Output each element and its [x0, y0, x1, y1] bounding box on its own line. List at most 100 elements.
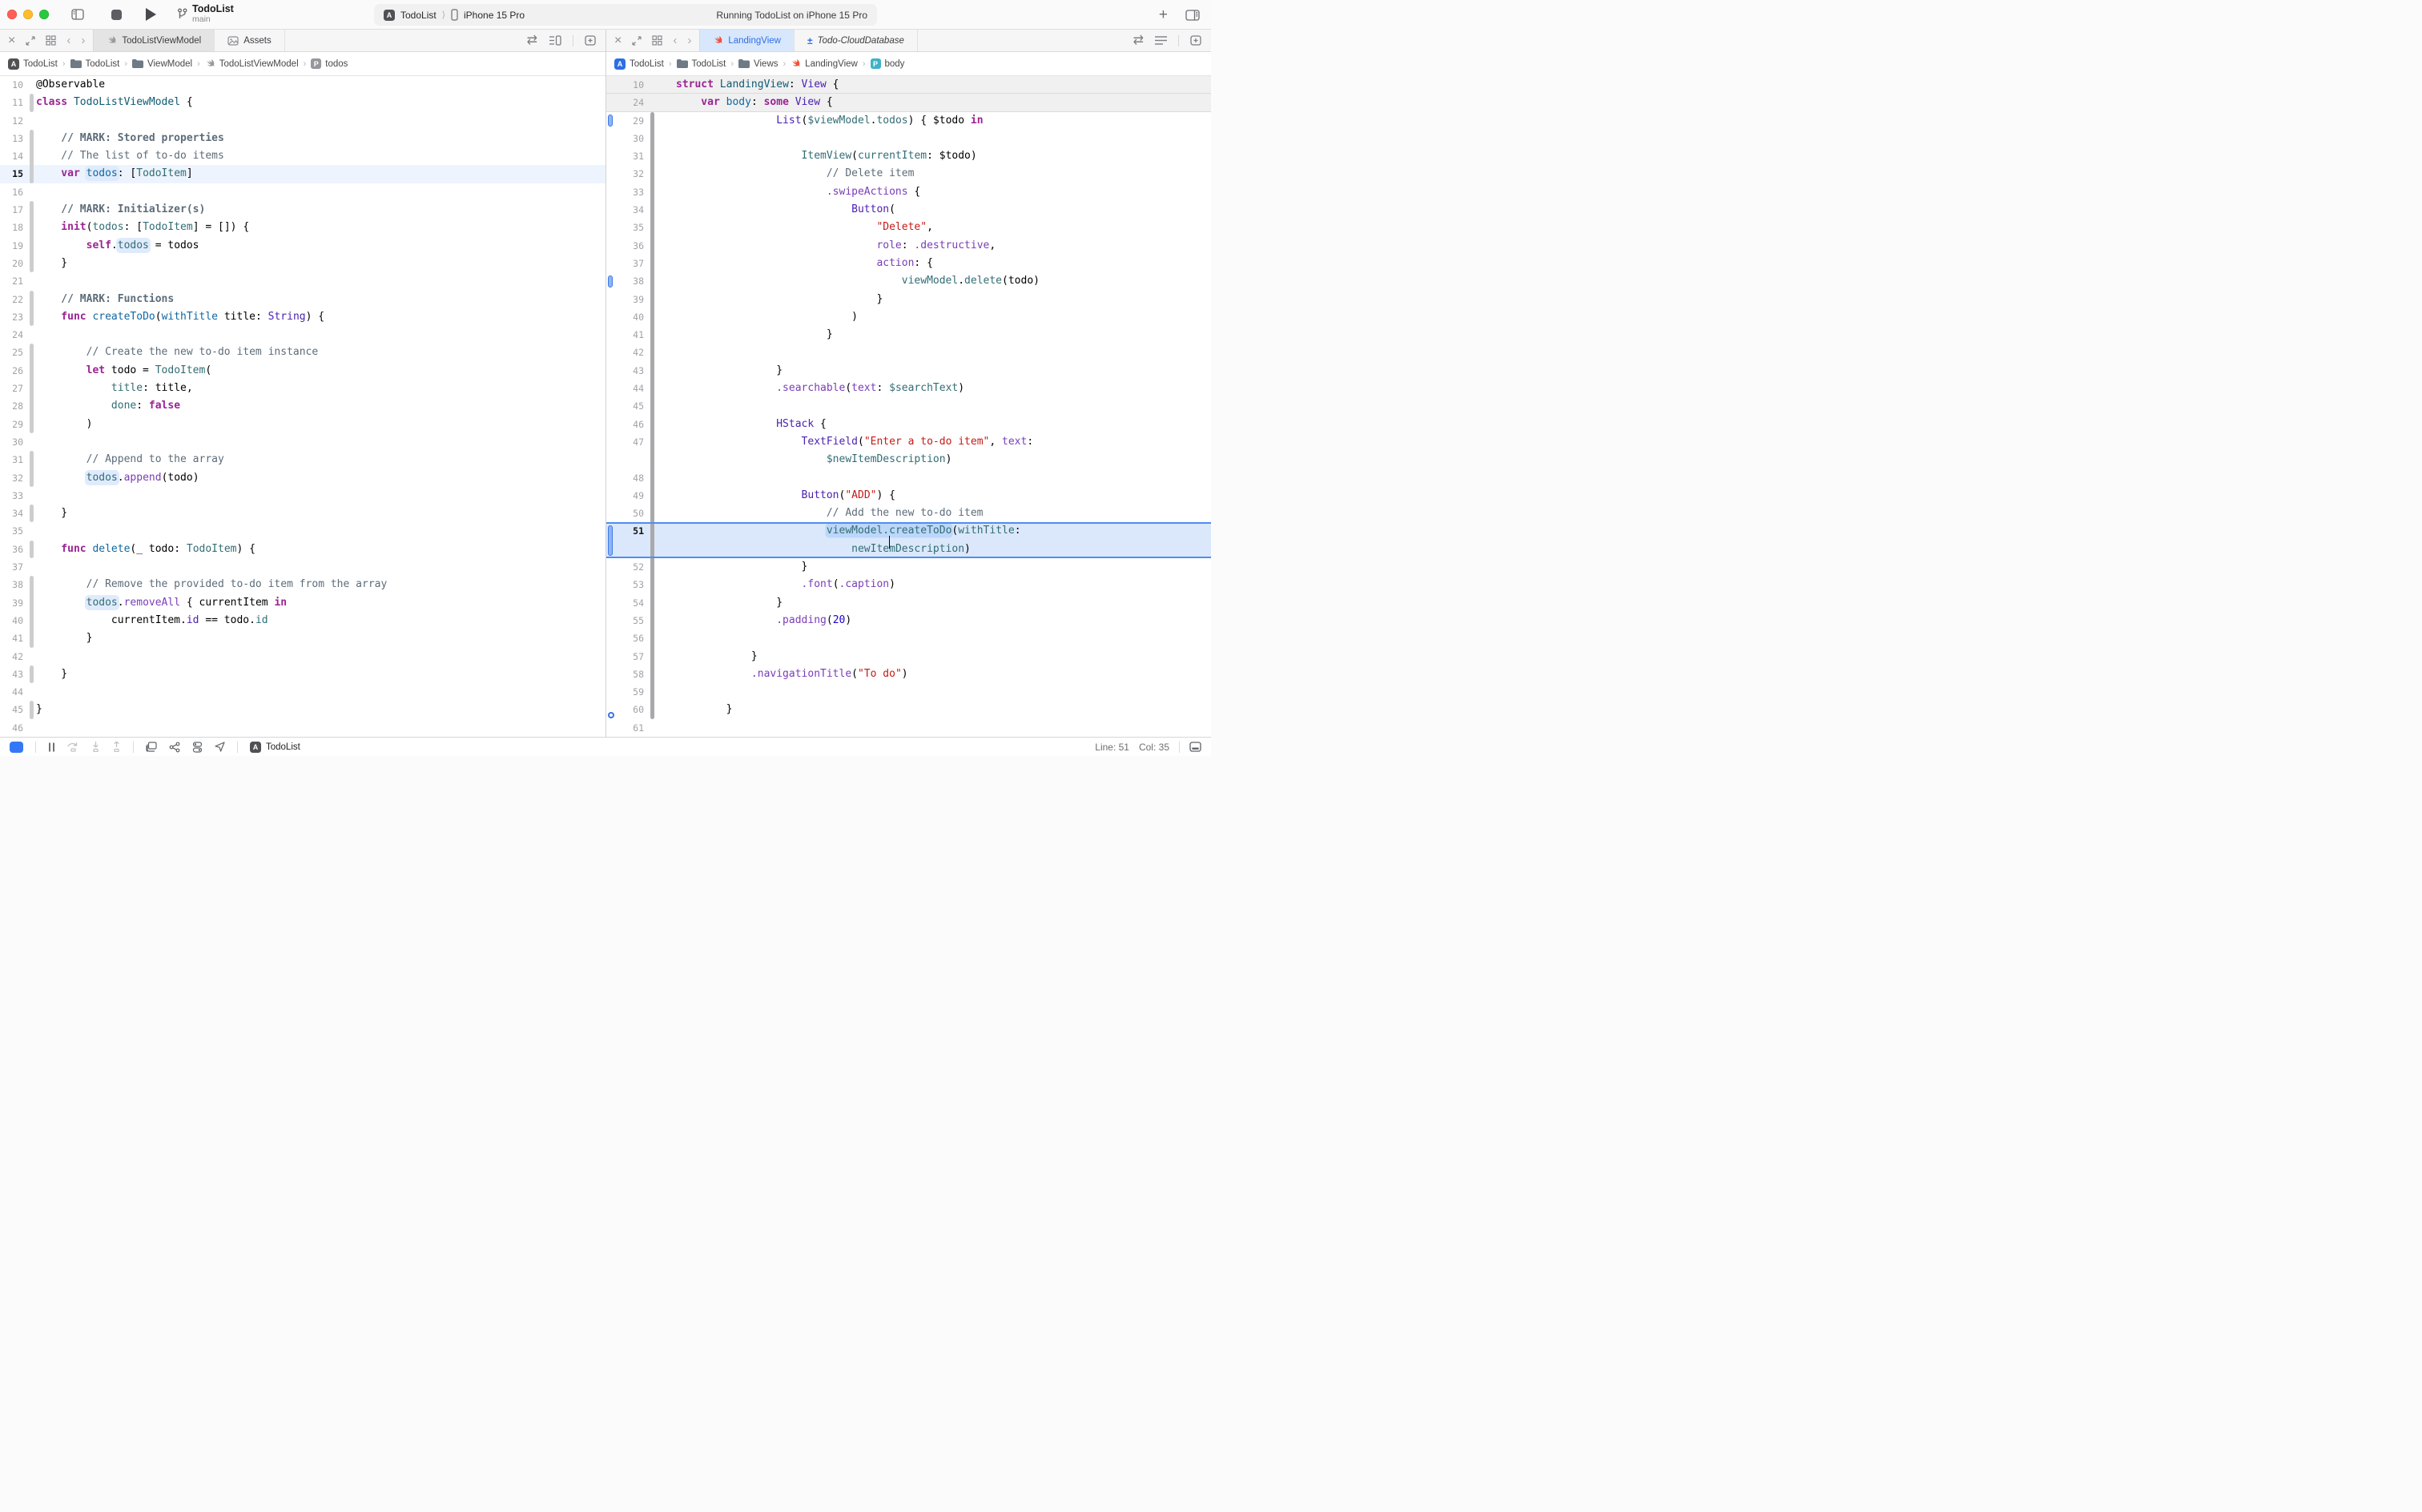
- code-line-40[interactable]: 40 ): [606, 308, 1211, 326]
- code-line-49[interactable]: 49 Button("ADD") {: [606, 487, 1211, 505]
- code-line-42[interactable]: 42: [606, 344, 1211, 361]
- line-number[interactable]: 20: [0, 255, 27, 272]
- line-number[interactable]: 47: [606, 433, 648, 451]
- line-number[interactable]: 17: [0, 201, 27, 219]
- line-number[interactable]: 19: [0, 237, 27, 255]
- code-line-wrap[interactable]: $newItemDescription): [606, 451, 1211, 468]
- zoom-window-button[interactable]: [39, 10, 49, 19]
- code-line-18[interactable]: 18 init(todos: [TodoItem] = []) {: [0, 219, 606, 236]
- code-line-54[interactable]: 54 }: [606, 594, 1211, 612]
- back-icon[interactable]: ‹: [66, 34, 70, 46]
- tab-todolistviewmodel[interactable]: TodoListViewModel: [93, 30, 215, 51]
- breadcrumb-item-viewmodel[interactable]: ViewModel: [132, 59, 192, 69]
- line-number[interactable]: 31: [606, 147, 648, 165]
- run-button[interactable]: [146, 8, 156, 21]
- related-items-icon[interactable]: [46, 35, 56, 46]
- code-line-12[interactable]: 12: [0, 112, 606, 130]
- breadcrumb-item-landingview[interactable]: LandingView: [791, 58, 858, 69]
- line-number[interactable]: 42: [606, 344, 648, 361]
- code-line-59[interactable]: 59: [606, 683, 1211, 701]
- code-line-26[interactable]: 26 let todo = TodoItem(: [0, 362, 606, 380]
- line-number[interactable]: 34: [0, 505, 27, 522]
- code-line-60[interactable]: 60 }: [606, 701, 1211, 718]
- code-line-56[interactable]: 56: [606, 629, 1211, 647]
- swap-editor-icon[interactable]: ⇄: [1133, 34, 1144, 47]
- line-number[interactable]: 33: [606, 183, 648, 201]
- code-line-41[interactable]: 41 }: [0, 629, 606, 647]
- line-number[interactable]: 45: [0, 701, 27, 718]
- line-number[interactable]: 58: [606, 666, 648, 683]
- code-line-32[interactable]: 32 todos.append(todo): [0, 469, 606, 487]
- code-line-61[interactable]: 61: [606, 719, 1211, 737]
- code-line-36[interactable]: 36 role: .destructive,: [606, 237, 1211, 255]
- forward-icon[interactable]: ›: [81, 34, 85, 46]
- code-line-37[interactable]: 37: [0, 558, 606, 576]
- code-line-30[interactable]: 30: [0, 433, 606, 451]
- line-number[interactable]: 13: [0, 130, 27, 147]
- code-line-43[interactable]: 43 }: [0, 666, 606, 683]
- line-number[interactable]: 45: [606, 397, 648, 415]
- close-editor-icon[interactable]: ×: [8, 34, 15, 47]
- line-number[interactable]: 41: [0, 629, 27, 647]
- line-number[interactable]: 42: [0, 648, 27, 666]
- line-number[interactable]: 26: [0, 362, 27, 380]
- line-number[interactable]: 22: [0, 291, 27, 308]
- code-line-35[interactable]: 35: [0, 522, 606, 540]
- editor-options-icon[interactable]: [1155, 36, 1167, 45]
- line-number[interactable]: 15: [0, 165, 27, 183]
- code-line-16[interactable]: 16: [0, 183, 606, 201]
- tab-assets[interactable]: Assets: [215, 30, 285, 51]
- sticky-code-line-10[interactable]: 10struct LandingView: View {: [606, 76, 1211, 94]
- line-number[interactable]: 33: [0, 487, 27, 505]
- code-line-46[interactable]: 46: [0, 719, 606, 737]
- expand-editor-icon[interactable]: [632, 36, 642, 46]
- code-line-29[interactable]: 29 ): [0, 416, 606, 433]
- code-line-35[interactable]: 35 "Delete",: [606, 219, 1211, 236]
- code-line-10[interactable]: 10@Observable: [0, 76, 606, 94]
- line-number[interactable]: 30: [0, 433, 27, 451]
- code-line-52[interactable]: 52 }: [606, 558, 1211, 576]
- code-line-57[interactable]: 57 }: [606, 648, 1211, 666]
- close-window-button[interactable]: [7, 10, 17, 19]
- code-line-11[interactable]: 11class TodoListViewModel {: [0, 94, 606, 111]
- line-number[interactable]: 34: [606, 201, 648, 219]
- line-number[interactable]: 43: [0, 666, 27, 683]
- line-number[interactable]: 44: [0, 683, 27, 701]
- code-line-34[interactable]: 34 Button(: [606, 201, 1211, 219]
- right-code-editor[interactable]: 29 List($viewModel.todos) { $todo in3031…: [606, 112, 1211, 737]
- breadcrumb-item-todolist[interactable]: TodoList: [70, 59, 120, 69]
- line-number[interactable]: 12: [0, 112, 27, 130]
- swap-editor-icon[interactable]: ⇄: [527, 34, 537, 47]
- code-line-58[interactable]: 58 .navigationTitle("To do"): [606, 666, 1211, 683]
- line-number[interactable]: 57: [606, 648, 648, 666]
- code-line-20[interactable]: 20 }: [0, 255, 606, 272]
- breadcrumb-item-todolistviewmodel[interactable]: TodoListViewModel: [205, 58, 299, 69]
- line-number[interactable]: 32: [0, 469, 27, 487]
- pause-execution-icon[interactable]: [48, 742, 55, 752]
- code-line-48[interactable]: 48: [606, 469, 1211, 487]
- code-line-32[interactable]: 32 // Delete item: [606, 165, 1211, 183]
- line-number[interactable]: 28: [0, 397, 27, 415]
- code-line-24[interactable]: 24: [0, 326, 606, 344]
- line-number[interactable]: 38: [0, 576, 27, 593]
- line-number[interactable]: 14: [0, 147, 27, 165]
- line-number[interactable]: 10: [0, 76, 27, 94]
- code-line-46[interactable]: 46 HStack {: [606, 416, 1211, 433]
- line-number[interactable]: 18: [0, 219, 27, 236]
- code-line-37[interactable]: 37 action: {: [606, 255, 1211, 272]
- line-number[interactable]: 11: [0, 94, 27, 111]
- code-line-45[interactable]: 45: [606, 397, 1211, 415]
- change-bar-marker[interactable]: [608, 275, 613, 288]
- line-number[interactable]: 30: [606, 130, 648, 147]
- code-line-33[interactable]: 33: [0, 487, 606, 505]
- code-line-31[interactable]: 31 ItemView(currentItem: $todo): [606, 147, 1211, 165]
- stop-button[interactable]: [111, 10, 122, 20]
- line-number[interactable]: 61: [606, 719, 648, 737]
- code-line-28[interactable]: 28 done: false: [0, 397, 606, 415]
- code-line-42[interactable]: 42: [0, 648, 606, 666]
- code-line-29[interactable]: 29 List($viewModel.todos) { $todo in: [606, 112, 1211, 130]
- tab-landingview[interactable]: LandingView: [699, 30, 795, 51]
- forward-icon[interactable]: ›: [687, 34, 691, 46]
- code-line-36[interactable]: 36 func delete(_ todo: TodoItem) {: [0, 541, 606, 558]
- line-number[interactable]: 53: [606, 576, 648, 593]
